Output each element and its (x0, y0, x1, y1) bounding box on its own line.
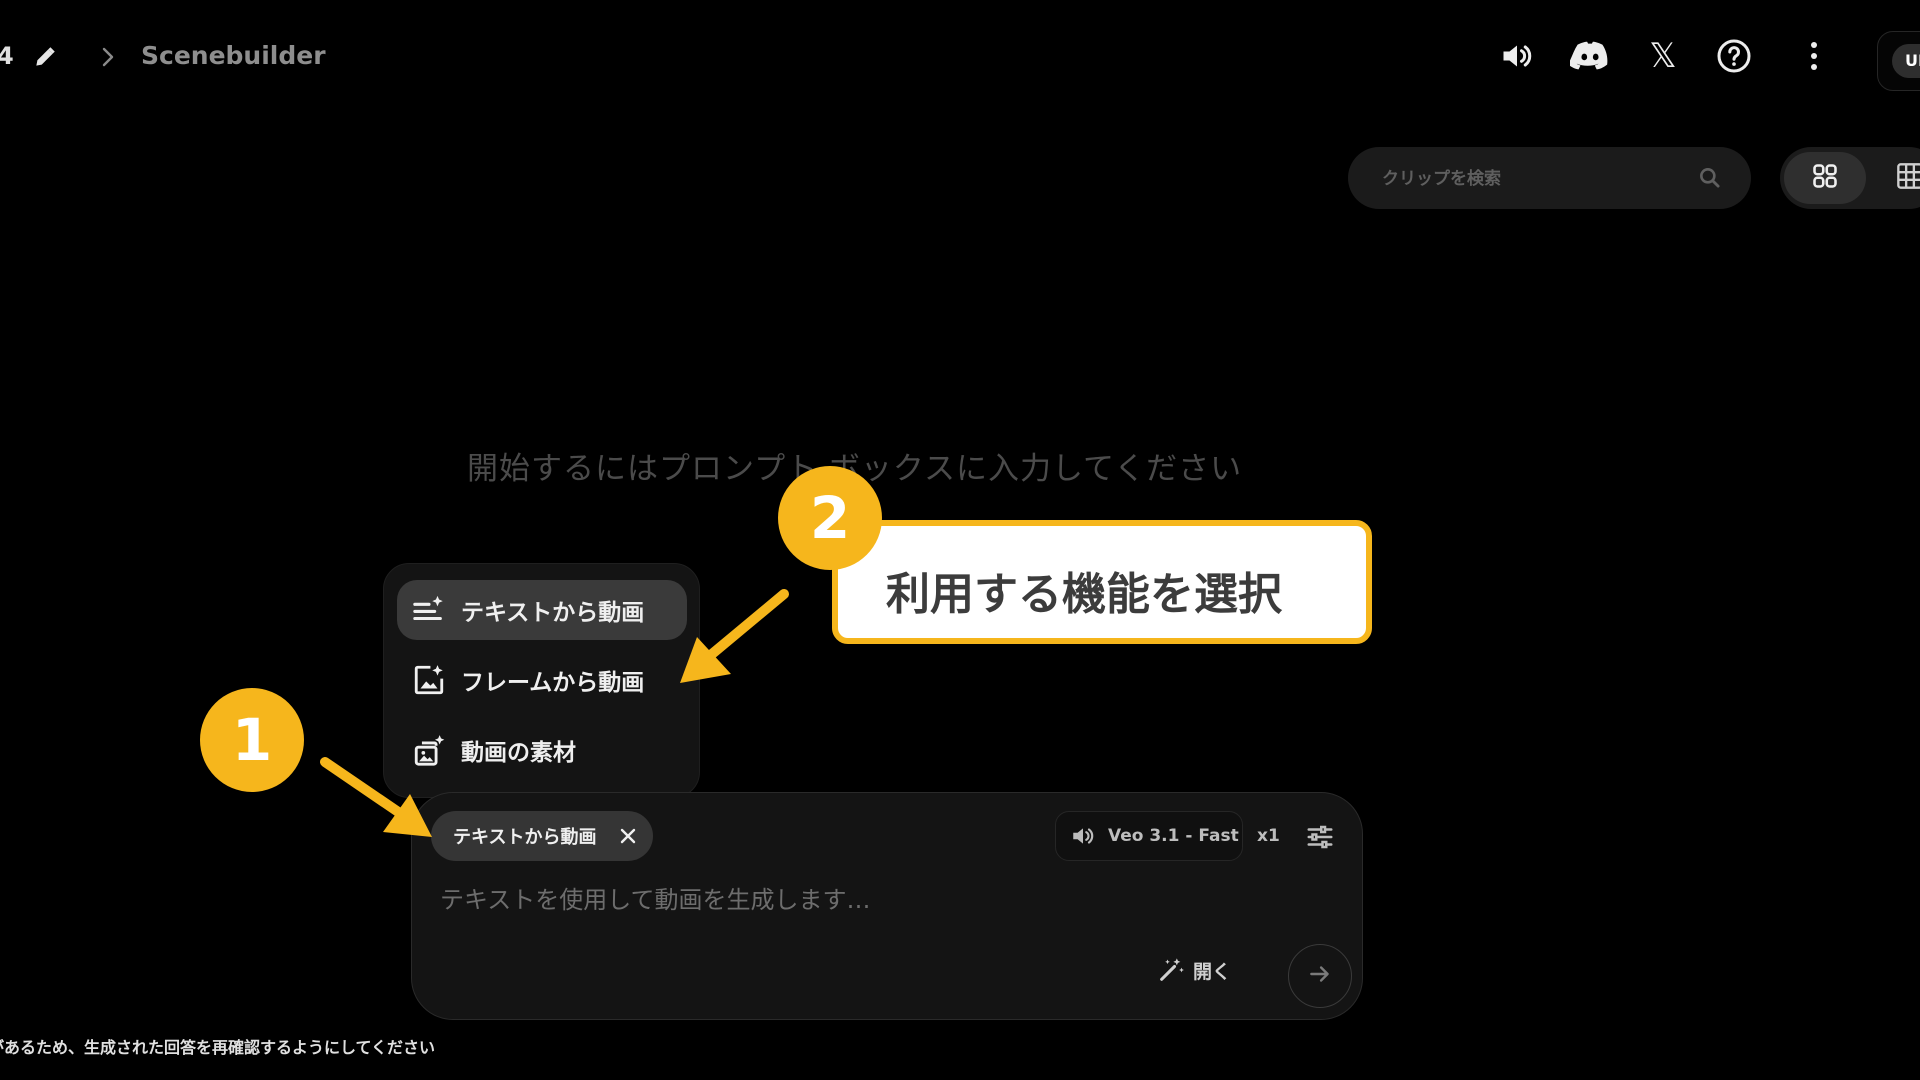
help-icon[interactable] (1714, 36, 1754, 76)
open-button[interactable]: 開く (1157, 953, 1231, 987)
x-icon[interactable]: 𝕏 (1643, 36, 1683, 76)
grid-large-icon (1811, 162, 1839, 194)
tune-settings-icon[interactable] (1305, 822, 1335, 852)
view-toggle (1780, 147, 1920, 209)
mode-menu-item-frames-to-video[interactable]: フレームから動画 (397, 650, 687, 710)
model-label: Veo 3.1 - Fast (1108, 826, 1239, 846)
model-selector[interactable]: Veo 3.1 - Fast (1055, 811, 1243, 861)
avatar[interactable]: UL (1892, 44, 1920, 78)
discord-icon[interactable] (1570, 36, 1610, 76)
image-sparkle-icon (411, 662, 447, 698)
mode-menu-item-label: テキストから動画 (461, 600, 645, 626)
callout-text: 利用する機能を選択 (886, 569, 1282, 620)
grid-small-button[interactable] (1880, 152, 1920, 204)
mode-menu-item-ingredients[interactable]: 動画の素材 (397, 720, 687, 780)
clip-search (1348, 147, 1751, 209)
project-title[interactable]: Scenebuilder (141, 41, 326, 70)
chevron-right-icon (98, 46, 118, 68)
search-icon[interactable] (1697, 165, 1723, 191)
prompt-input[interactable] (438, 879, 1322, 921)
magic-wand-icon (1157, 956, 1185, 984)
grid-small-icon (1896, 162, 1920, 194)
ingredients-icon (411, 732, 447, 768)
breadcrumb-number: 4 (0, 42, 14, 70)
output-count[interactable]: x1 (1257, 826, 1280, 846)
disclaimer-text: があるため、生成された回答を再確認するようにしてください (0, 1038, 436, 1057)
user-menu[interactable]: UL (1877, 31, 1920, 91)
open-button-label: 開く (1193, 960, 1232, 983)
text-sparkle-icon (411, 592, 447, 628)
mode-menu-item-label: フレームから動画 (461, 670, 645, 696)
mode-chip-label: テキストから動画 (453, 827, 597, 848)
grid-large-button[interactable] (1784, 152, 1866, 204)
callout-box: 利用する機能を選択 (832, 520, 1372, 644)
volume-icon[interactable] (1497, 36, 1537, 76)
app-root: 4 Scenebuilder 𝕏 UL (0, 0, 1920, 1080)
mode-chip[interactable]: テキストから動画 (431, 811, 653, 861)
pencil-icon[interactable] (32, 44, 58, 70)
close-icon[interactable] (616, 824, 640, 848)
prompt-panel: テキストから動画 Veo 3.1 - Fast x1 開く (411, 792, 1363, 1020)
step-badge-2: 2 (778, 466, 882, 570)
step-badge-1: 1 (200, 688, 304, 792)
arrow-right-icon (1307, 961, 1333, 991)
search-input[interactable] (1380, 163, 1684, 195)
mode-menu: テキストから動画 フレームから動画 動画の素材 (383, 563, 700, 798)
volume-icon (1070, 823, 1096, 849)
send-button[interactable] (1288, 944, 1352, 1008)
mode-menu-item-text-to-video[interactable]: テキストから動画 (397, 580, 687, 640)
mode-menu-item-label: 動画の素材 (461, 740, 576, 766)
more-vertical-icon[interactable] (1794, 36, 1834, 76)
